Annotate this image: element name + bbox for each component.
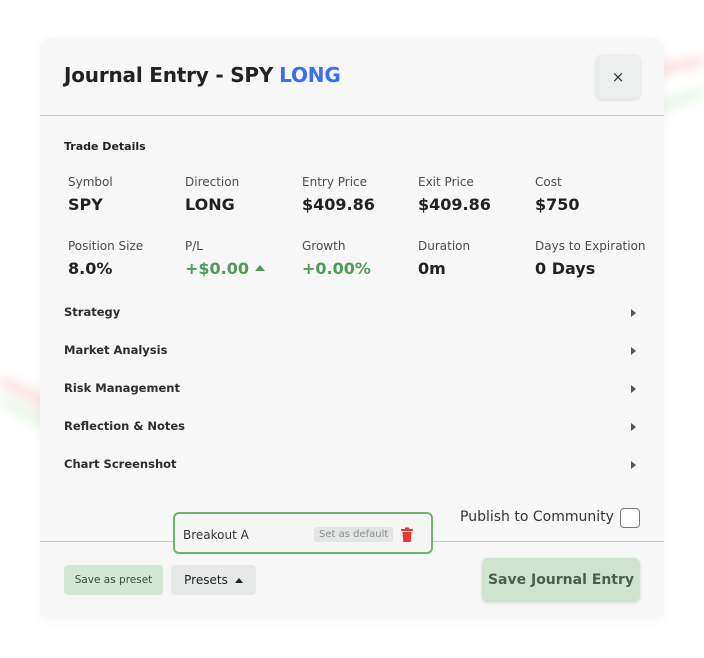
publish-checkbox[interactable] (620, 508, 640, 528)
stat-exit-price: Exit Price $409.86 (418, 175, 534, 214)
arrow-up-icon (255, 264, 266, 271)
stat-value: +$0.00 (185, 259, 301, 278)
stat-pl: P/L +$0.00 (185, 239, 301, 278)
stat-entry-price: Entry Price $409.86 (302, 175, 418, 214)
section-market-analysis[interactable]: Market Analysis (64, 343, 640, 363)
stat-cost: Cost $750 (535, 175, 651, 214)
stat-label: Exit Price (418, 175, 474, 189)
stat-label: P/L (185, 239, 203, 253)
stat-label: Position Size (68, 239, 144, 253)
stat-label: Growth (302, 239, 346, 253)
preset-item[interactable]: Breakout A Set as default (173, 512, 433, 554)
chevron-right-icon (631, 423, 636, 431)
save-as-preset-button[interactable]: Save as preset (64, 565, 163, 595)
stat-value: +0.00% (302, 259, 371, 278)
publish-label: Publish to Community (460, 509, 614, 525)
section-strategy[interactable]: Strategy (64, 305, 640, 325)
caret-up-icon (234, 577, 243, 583)
chevron-right-icon (631, 309, 636, 317)
stat-direction: Direction LONG (185, 175, 301, 214)
stat-value: $409.86 (418, 195, 491, 214)
preset-name: Breakout A (183, 528, 249, 542)
stat-value: SPY (68, 195, 103, 214)
stat-label: Days to Expiration (535, 239, 646, 253)
pl-value: +$0.00 (185, 259, 250, 278)
stat-label: Symbol (68, 175, 113, 189)
section-chart-screenshot[interactable]: Chart Screenshot (64, 457, 640, 477)
stat-symbol: Symbol SPY (68, 175, 184, 214)
modal-title: Journal Entry - SPY LONG (64, 63, 341, 87)
close-icon: × (611, 68, 625, 86)
stat-value: 8.0% (68, 259, 113, 278)
trash-icon[interactable] (400, 527, 414, 543)
stat-label: Duration (418, 239, 471, 253)
stat-value: LONG (185, 195, 235, 214)
stat-value: 0 Days (535, 259, 596, 278)
section-label: Risk Management (64, 381, 180, 395)
trade-details-title: Trade Details (64, 140, 146, 153)
section-reflection-notes[interactable]: Reflection & Notes (64, 419, 640, 439)
section-label: Reflection & Notes (64, 419, 186, 433)
stat-label: Direction (185, 175, 240, 189)
modal-header: Journal Entry - SPY LONG × (40, 39, 664, 116)
stat-label: Entry Price (302, 175, 368, 189)
chevron-right-icon (631, 347, 636, 355)
close-button[interactable]: × (596, 55, 640, 99)
stat-value: $409.86 (302, 195, 375, 214)
chevron-right-icon (631, 461, 636, 469)
save-journal-entry-button[interactable]: Save Journal Entry (482, 558, 640, 602)
direction-badge: LONG (279, 63, 341, 87)
journal-entry-modal: Journal Entry - SPY LONG × Trade Details … (40, 39, 664, 618)
section-label: Strategy (64, 305, 121, 319)
stat-value: 0m (418, 259, 446, 278)
section-risk-management[interactable]: Risk Management (64, 381, 640, 401)
chevron-right-icon (631, 385, 636, 393)
stat-days-to-expiration: Days to Expiration 0 Days (535, 239, 660, 278)
set-as-default-button[interactable]: Set as default (314, 527, 394, 542)
stat-label: Cost (535, 175, 562, 189)
stat-duration: Duration 0m (418, 239, 534, 278)
presets-dropdown-button[interactable]: Presets (171, 565, 256, 595)
section-label: Market Analysis (64, 343, 168, 357)
stat-position-size: Position Size 8.0% (68, 239, 184, 278)
section-label: Chart Screenshot (64, 457, 177, 471)
modal-title-text: Journal Entry - SPY (64, 63, 274, 87)
stat-value: $750 (535, 195, 580, 214)
presets-label: Presets (184, 573, 228, 587)
stat-growth: Growth +0.00% (302, 239, 418, 278)
